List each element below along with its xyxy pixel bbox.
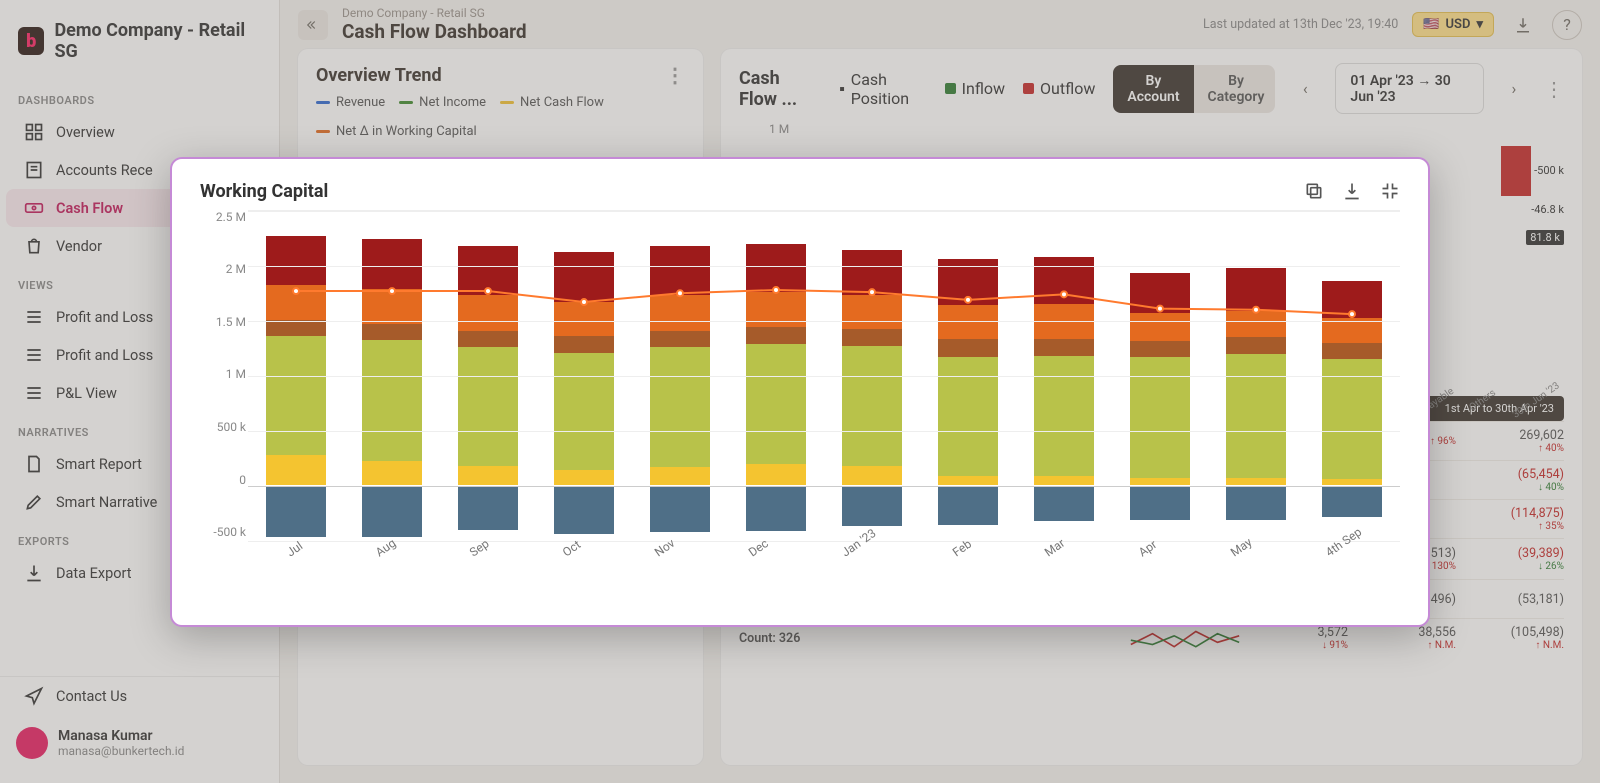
download-icon[interactable] <box>1342 181 1362 201</box>
minimize-icon[interactable] <box>1380 181 1400 201</box>
working-capital-modal: Working Capital 2.5 M2 M1.5 M1 M500 k0-5… <box>170 157 1430 627</box>
copy-icon[interactable] <box>1304 181 1324 201</box>
working-capital-chart: 2.5 M2 M1.5 M1 M500 k0-500 k JulAugSepOc… <box>248 210 1400 570</box>
modal-overlay[interactable]: Working Capital 2.5 M2 M1.5 M1 M500 k0-5… <box>0 0 1600 783</box>
modal-title: Working Capital <box>200 181 328 202</box>
